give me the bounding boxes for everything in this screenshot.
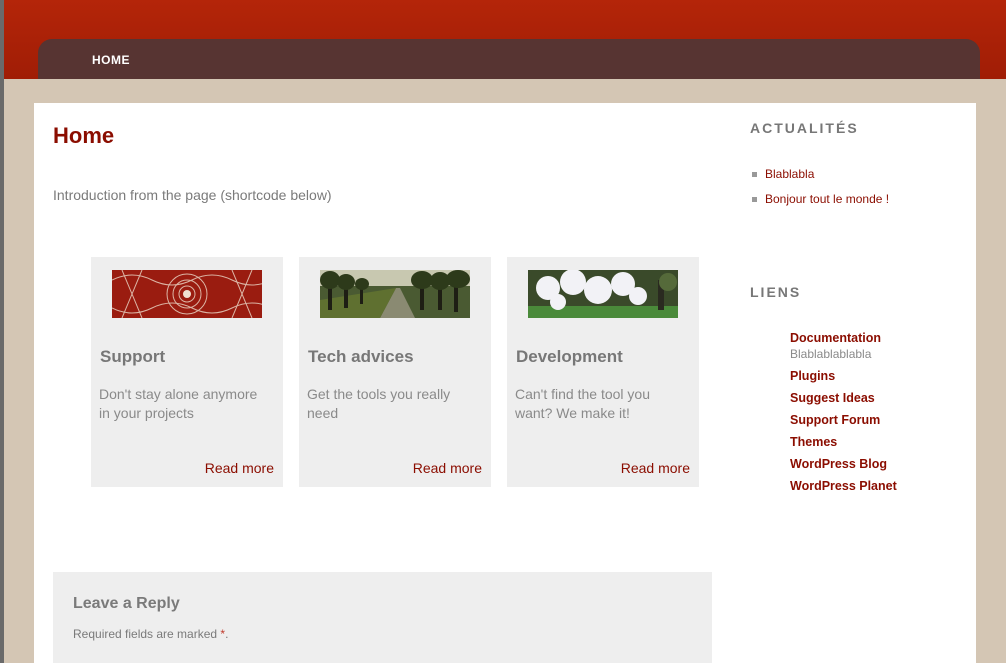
link-item: Suggest Ideas <box>790 391 897 405</box>
news-item: Bonjour tout le monde ! <box>750 192 889 217</box>
links-list: Documentation Blablablablabla Plugins Su… <box>790 331 897 501</box>
link-item: Themes <box>790 435 897 449</box>
reply-title: Leave a Reply <box>73 595 180 612</box>
content-area: Home Introduction from the page (shortco… <box>34 103 976 663</box>
link-documentation[interactable]: Documentation <box>790 331 881 345</box>
reply-section: Leave a Reply Required fields are marked… <box>53 572 712 663</box>
page-title: Home <box>53 123 115 148</box>
read-more-link[interactable]: Read more <box>205 460 274 476</box>
feature-card-development: Development Can't find the tool you want… <box>507 257 699 487</box>
links-widget-title: LIENS <box>750 284 802 300</box>
required-note-text: Required fields are marked <box>73 627 218 641</box>
feature-card-support: Support Don't stay alone anymore in your… <box>91 257 283 487</box>
news-list: Blablabla Bonjour tout le monde ! <box>750 167 889 217</box>
nav-item-home[interactable]: HOME <box>92 53 130 67</box>
card-text: Can't find the tool you want? We make it… <box>515 386 650 421</box>
link-plugins[interactable]: Plugins <box>790 369 835 383</box>
card-text: Don't stay alone anymore in your project… <box>99 386 258 421</box>
development-thumbnail-image <box>528 270 678 318</box>
card-title: Tech advices <box>308 347 414 366</box>
page-intro: Introduction from the page (shortcode be… <box>53 187 332 203</box>
link-item: Support Forum <box>790 413 897 427</box>
link-wordpress-blog[interactable]: WordPress Blog <box>790 457 887 471</box>
read-more-link[interactable]: Read more <box>621 460 690 476</box>
link-description: Blablablablabla <box>790 347 872 361</box>
card-text: Get the tools you really need <box>307 386 451 421</box>
link-support-forum[interactable]: Support Forum <box>790 413 880 427</box>
tech-advices-thumbnail-image <box>320 270 470 318</box>
site-header: HOME <box>4 0 1006 79</box>
link-item: Plugins <box>790 369 897 383</box>
feature-card-tech-advices: Tech advices Get the tools you really ne… <box>299 257 491 487</box>
link-item: Documentation Blablablablabla <box>790 331 897 361</box>
card-title: Support <box>100 347 166 366</box>
required-note-period: . <box>225 627 229 641</box>
news-link[interactable]: Bonjour tout le monde ! <box>765 192 889 206</box>
support-thumbnail-image <box>112 270 262 318</box>
link-item: WordPress Blog <box>790 457 897 471</box>
link-wordpress-planet[interactable]: WordPress Planet <box>790 479 897 493</box>
read-more-link[interactable]: Read more <box>413 460 482 476</box>
news-widget-title: ACTUALITÉS <box>750 120 859 136</box>
required-note: Required fields are marked *. <box>73 627 228 641</box>
news-item: Blablabla <box>750 167 889 192</box>
link-item: WordPress Planet <box>790 479 897 493</box>
news-link[interactable]: Blablabla <box>765 167 814 181</box>
card-title: Development <box>516 347 623 366</box>
main-nav: HOME <box>38 39 980 79</box>
link-themes[interactable]: Themes <box>790 435 837 449</box>
link-suggest-ideas[interactable]: Suggest Ideas <box>790 391 875 405</box>
